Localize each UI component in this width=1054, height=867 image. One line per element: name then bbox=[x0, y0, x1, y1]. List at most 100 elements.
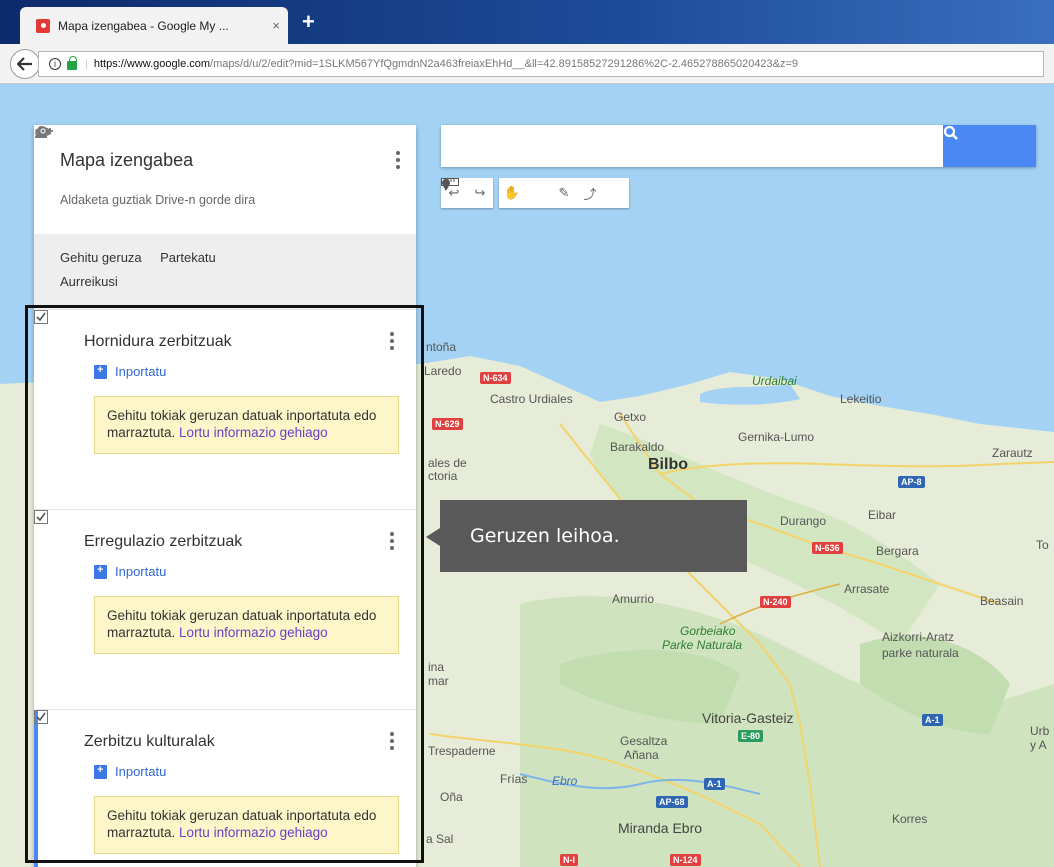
preview-button[interactable]: Aurreikusi bbox=[35, 127, 118, 290]
map-toolbar: ↩ ↪ ✋ ✎ ⤴ bbox=[441, 178, 629, 208]
check-icon bbox=[34, 510, 48, 524]
road-shield: N-I bbox=[560, 854, 578, 866]
map-place-label: Beasain bbox=[980, 594, 1024, 608]
map-place-label: Arrasate bbox=[844, 582, 890, 596]
directions-icon[interactable]: ⤴ bbox=[577, 178, 603, 208]
learn-more-link[interactable]: Lortu informazio gehiago bbox=[179, 425, 328, 440]
browser-tab[interactable]: Mapa izengabea - Google My ... × bbox=[20, 7, 288, 44]
url-path: /maps/d/u/2/edit?mid=1SLKM567YfQgmdnN2a4… bbox=[210, 57, 799, 70]
maps-favicon-icon bbox=[36, 18, 50, 33]
map-canvas[interactable]: ntoña Laredo Castro Urdiales Urdaibai Le… bbox=[0, 84, 1054, 867]
map-place-label: Miranda Ebro bbox=[618, 820, 703, 836]
ruler-icon[interactable] bbox=[441, 178, 629, 208]
import-button[interactable]: Inportatu bbox=[94, 764, 416, 779]
map-place-label: mar bbox=[428, 674, 449, 688]
layer-checkbox[interactable] bbox=[34, 310, 76, 350]
lock-icon bbox=[67, 56, 77, 70]
map-place-label: Gernika-Lumo bbox=[738, 430, 815, 444]
map-place-label: ina bbox=[428, 660, 445, 674]
import-button[interactable]: Inportatu bbox=[94, 364, 416, 379]
draw-line-icon[interactable]: ✎ bbox=[551, 178, 577, 208]
back-button[interactable] bbox=[10, 48, 40, 79]
add-layer-label: Gehitu geruza bbox=[60, 249, 142, 265]
search-button[interactable] bbox=[943, 125, 1036, 167]
layer-name[interactable]: Zerbitzu kulturalak bbox=[84, 733, 215, 751]
import-button[interactable]: Inportatu bbox=[94, 564, 416, 579]
layer-hint: Gehitu tokiak geruzan datuak inportatuta… bbox=[94, 796, 399, 854]
layer-name[interactable]: Hornidura zerbitzuak bbox=[84, 333, 232, 351]
redo-icon[interactable]: ↪ bbox=[467, 178, 493, 208]
panel-header: Mapa izengabea Aldaketa guztiak Drive-n … bbox=[34, 125, 416, 234]
import-file-icon bbox=[94, 564, 107, 579]
road-shield: N-629 bbox=[432, 418, 463, 430]
layer-item: Hornidura zerbitzuak Inportatu Gehitu to… bbox=[34, 310, 416, 510]
map-place-label: ctoria bbox=[428, 469, 458, 483]
layer-options-icon[interactable] bbox=[390, 532, 394, 550]
road-shield: N-634 bbox=[480, 372, 511, 384]
map-place-label: To bbox=[1036, 538, 1049, 552]
share-button[interactable]: Partekatu bbox=[35, 126, 216, 266]
map-place-label: Urdaibai bbox=[752, 374, 797, 388]
map-place-label: Bilbo bbox=[648, 456, 688, 473]
drawing-tools-group: ✋ ✎ ⤴ bbox=[441, 178, 629, 208]
navigation-bar: i | https://www.google.com /maps/d/u/2/e… bbox=[0, 44, 1054, 84]
layer-hint: Gehitu tokiak geruzan datuak inportatuta… bbox=[94, 596, 399, 654]
map-place-label: Parke Naturala bbox=[662, 638, 743, 652]
layer-checkbox[interactable] bbox=[34, 510, 76, 550]
road-shield: E-80 bbox=[738, 730, 764, 742]
tab-title: Mapa izengabea - Google My ... bbox=[58, 18, 229, 33]
road-shield: A-1 bbox=[922, 714, 943, 726]
search-input[interactable] bbox=[441, 125, 941, 167]
map-place-label: Laredo bbox=[424, 364, 462, 378]
map-place-label: Frías bbox=[500, 772, 528, 786]
import-file-icon bbox=[94, 364, 107, 379]
add-layer-button[interactable]: Gehitu geruza bbox=[34, 126, 142, 266]
learn-more-link[interactable]: Lortu informazio gehiago bbox=[179, 825, 328, 840]
map-place-label: Eibar bbox=[868, 508, 897, 522]
map-place-label: a Sal bbox=[426, 832, 454, 846]
road-shield: AP-8 bbox=[898, 476, 925, 488]
import-label: Inportatu bbox=[115, 764, 167, 779]
map-place-label: Castro Urdiales bbox=[490, 392, 573, 406]
layer-options-icon[interactable] bbox=[390, 732, 394, 750]
tab-strip: Mapa izengabea - Google My ... × + bbox=[0, 0, 1054, 44]
map-place-label: Trespaderne bbox=[428, 744, 496, 758]
layer-checkbox[interactable] bbox=[34, 710, 76, 750]
map-place-label: Oña bbox=[440, 790, 463, 804]
map-place-label: Getxo bbox=[614, 410, 647, 424]
hand-icon[interactable]: ✋ bbox=[499, 178, 525, 208]
share-label: Partekatu bbox=[160, 249, 216, 265]
map-place-label: Barakaldo bbox=[610, 440, 665, 454]
eye-icon bbox=[35, 127, 51, 135]
road-shield: A-1 bbox=[704, 778, 725, 790]
address-bar[interactable]: i | https://www.google.com /maps/d/u/2/e… bbox=[38, 50, 1044, 77]
map-options-icon[interactable] bbox=[396, 151, 400, 169]
layer-hint: Gehitu tokiak geruzan datuak inportatuta… bbox=[94, 396, 399, 454]
map-title[interactable]: Mapa izengabea bbox=[60, 150, 390, 171]
preview-label: Aurreikusi bbox=[60, 273, 118, 289]
panel-actions: Gehitu geruza Partekatu Aurreikusi bbox=[34, 126, 416, 310]
map-place-label: parke naturala bbox=[882, 646, 959, 660]
marker-icon[interactable] bbox=[442, 178, 551, 208]
map-place-label: Zarautz bbox=[992, 446, 1033, 460]
site-info-icon[interactable]: i bbox=[49, 57, 61, 70]
import-file-icon bbox=[94, 764, 107, 779]
learn-more-link[interactable]: Lortu informazio gehiago bbox=[179, 625, 328, 640]
map-place-label: Aizkorri-Aratz bbox=[882, 630, 955, 644]
check-icon bbox=[34, 310, 48, 324]
save-status: Aldaketa guztiak Drive-n gorde dira bbox=[60, 193, 256, 207]
layer-name[interactable]: Erregulazio zerbitzuak bbox=[84, 533, 242, 551]
check-icon bbox=[34, 710, 48, 724]
layers-callout: Geruzen leihoa. bbox=[426, 500, 747, 572]
tab-close-icon[interactable]: × bbox=[272, 18, 280, 33]
road-shield: AP-68 bbox=[656, 796, 688, 808]
map-place-label: Amurrio bbox=[612, 592, 655, 606]
new-tab-icon[interactable]: + bbox=[302, 11, 315, 33]
road-shield: N-240 bbox=[760, 596, 791, 608]
url-separator: | bbox=[85, 57, 88, 70]
road-shield: N-636 bbox=[812, 542, 843, 554]
layer-item: Erregulazio zerbitzuak Inportatu Gehitu … bbox=[34, 510, 416, 710]
map-place-label: Urb bbox=[1030, 724, 1050, 738]
layer-options-icon[interactable] bbox=[390, 332, 394, 350]
map-place-label: Korres bbox=[892, 812, 928, 826]
